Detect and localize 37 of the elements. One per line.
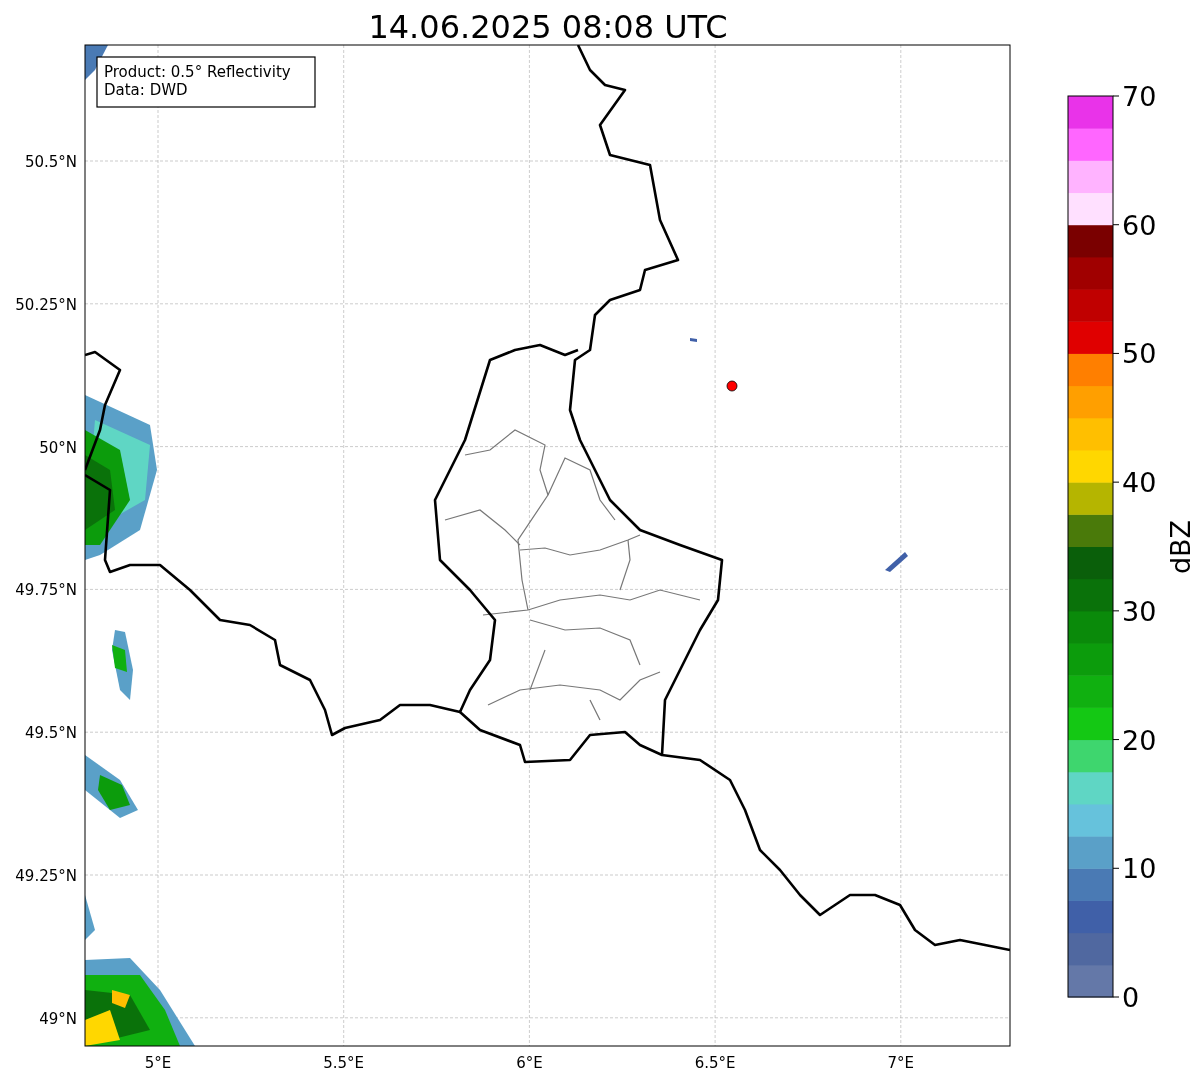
axis-tick-label: 5.5°E	[323, 1054, 365, 1072]
colorbar-tick-label: 10	[1122, 853, 1157, 885]
tick-mark	[1112, 352, 1120, 354]
axis-tick-label: 50°N	[39, 438, 77, 457]
axis-tick-label: 5°E	[144, 1054, 172, 1072]
legend-text: Product: 0.5° Reflectivity	[104, 63, 291, 81]
location-marker	[726, 380, 738, 392]
axis-tick-label: 50.5°N	[24, 153, 77, 171]
colorbar-tick-label: 70	[1122, 81, 1157, 112]
tick-mark	[1112, 224, 1120, 226]
axis-tick-label: 6.5°E	[694, 1054, 736, 1072]
axis-tick-label: 49.75°N	[15, 581, 77, 600]
radar-echo	[112, 630, 133, 700]
axis-tick-label: 49.25°N	[15, 867, 77, 885]
colorbar-tick-label: 40	[1122, 467, 1157, 499]
radar-echo	[885, 552, 908, 572]
tick-mark	[1112, 996, 1120, 998]
radar-echo	[85, 755, 138, 818]
colorbar-tick-label: 60	[1122, 209, 1157, 241]
axis-tick-label: 50.25°N	[15, 295, 77, 314]
tick-mark	[1112, 739, 1120, 741]
colorbar-label: dBZ	[1165, 519, 1196, 575]
legend-text: Data: DWD	[104, 81, 188, 99]
colorbar-tick-label: 30	[1122, 595, 1157, 627]
tick-mark	[1112, 481, 1120, 483]
colorbar-tick-label: 20	[1122, 724, 1157, 756]
tick-mark	[1112, 867, 1120, 869]
radar-echo	[690, 338, 697, 342]
axis-tick-label: 7°E	[887, 1054, 915, 1072]
tick-mark	[1112, 95, 1120, 97]
tick-mark	[1112, 610, 1120, 612]
colorbar-tick-label: 50	[1122, 338, 1157, 370]
axis-tick-label: 6°E	[516, 1054, 543, 1072]
axis-tick-label: 49°N	[39, 1009, 77, 1028]
colorbar-tick-label: 0	[1122, 982, 1140, 1013]
chart-title: 14.06.2025 08:08 UTC	[368, 8, 728, 46]
axis-tick-label: 49.5°N	[24, 724, 77, 743]
